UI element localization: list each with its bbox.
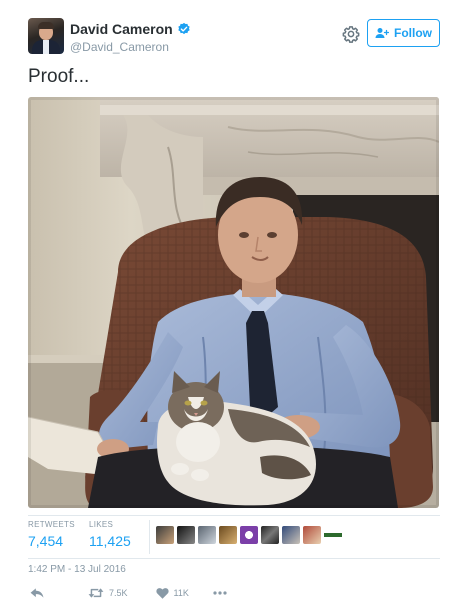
liker-avatar[interactable] [240,526,258,544]
retweet-icon [88,588,104,598]
author-handle[interactable]: @David_Cameron [70,40,191,54]
liker-avatar[interactable] [303,526,321,544]
reply-action[interactable] [30,587,44,599]
liker-avatar[interactable] [282,526,300,544]
like-action[interactable]: 11K [155,587,189,599]
more-action[interactable] [213,591,227,595]
add-user-icon [375,28,389,38]
liker-avatar[interactable] [198,526,216,544]
stats-divider [149,520,150,554]
tweet-photo[interactable] [28,97,439,508]
tweet-timestamp[interactable]: 1:42 PM - 13 Jul 2016 [28,564,126,575]
likes-stat[interactable]: LIKES 11,425 [89,520,131,549]
more-icon [213,591,227,595]
likes-label: LIKES [89,520,114,529]
tweet-text: Proof... [28,66,90,87]
author-name-block[interactable]: David Cameron @David_Cameron [70,21,191,54]
likes-count[interactable]: 11,425 [89,533,131,549]
divider [28,515,440,516]
tweet-header: David Cameron @David_Cameron Follow [28,18,440,58]
tweet-stats: RETWEETS 7,454 LIKES 11,425 [28,520,440,556]
like-count: 11K [173,588,189,598]
divider [28,558,440,559]
retweets-count[interactable]: 7,454 [28,533,75,549]
liker-avatar[interactable] [156,526,174,544]
retweet-count: 7.5K [109,588,128,598]
retweets-stat[interactable]: RETWEETS 7,454 [28,520,75,549]
reply-icon [30,588,44,598]
author-name-text[interactable]: David Cameron [70,21,173,37]
gear-icon[interactable] [342,25,360,43]
retweet-action[interactable]: 7.5K [88,587,128,599]
liker-avatars [156,526,342,544]
tweet-actions: 7.5K 11K [28,585,227,601]
author-display-name[interactable]: David Cameron [70,21,191,37]
follow-button[interactable]: Follow [367,19,440,47]
follow-button-label: Follow [394,26,432,40]
liker-avatar[interactable] [219,526,237,544]
verified-badge-icon [178,22,190,35]
heart-icon [155,588,169,599]
liker-avatar[interactable] [261,526,279,544]
liker-avatar[interactable] [324,526,342,544]
liker-avatar[interactable] [177,526,195,544]
avatar[interactable] [28,18,64,54]
tweet-photo-illustration [28,97,439,508]
retweets-label: RETWEETS [28,520,75,529]
